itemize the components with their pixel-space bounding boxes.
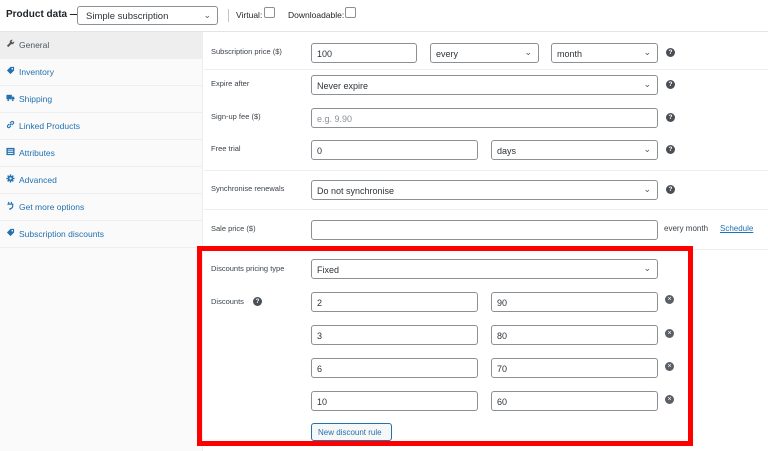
- product-type-select[interactable]: Simple subscription ⌄: [77, 6, 218, 25]
- chevron-down-icon: ⌄: [643, 47, 651, 57]
- help-icon[interactable]: ?: [666, 185, 675, 194]
- tab-inventory[interactable]: Inventory: [0, 59, 203, 86]
- wrench-icon: [6, 39, 15, 48]
- chevron-down-icon: ⌄: [524, 47, 532, 57]
- chevron-down-icon: ⌄: [643, 144, 651, 154]
- billing-period-value: month: [557, 49, 583, 59]
- billing-period-select[interactable]: month ⌄: [551, 43, 658, 63]
- free-trial-period-select[interactable]: days ⌄: [491, 140, 658, 160]
- sale-price-label: Sale price ($): [211, 224, 256, 233]
- billing-interval-select[interactable]: every ⌄: [430, 43, 539, 63]
- product-type-value: Simple subscription: [86, 11, 169, 22]
- list-icon: [6, 147, 15, 156]
- link-icon: [6, 120, 15, 129]
- free-trial-period-value: days: [497, 146, 517, 156]
- gear-icon: [6, 174, 15, 183]
- row-divider: [204, 170, 768, 171]
- tab-attributes[interactable]: Attributes: [0, 140, 203, 167]
- product-data-title: Product data —: [6, 9, 80, 20]
- subscription-price-label: Subscription price ($): [211, 47, 282, 56]
- billing-interval-value: every: [436, 49, 459, 59]
- sale-price-suffix: every month: [664, 224, 709, 233]
- truck-icon: [6, 93, 15, 102]
- signup-fee-label: Sign-up fee ($): [211, 112, 261, 121]
- tab-linked-products-label: Linked Products: [19, 121, 80, 131]
- sync-renewals-value: Do not synchronise: [317, 186, 395, 196]
- chevron-down-icon: ⌄: [643, 184, 651, 194]
- free-trial-length-input[interactable]: 0: [311, 140, 478, 160]
- tab-inventory-label: Inventory: [19, 67, 54, 77]
- tag-icon: [6, 228, 15, 237]
- schedule-link[interactable]: Schedule: [720, 224, 753, 233]
- help-icon[interactable]: ?: [666, 145, 675, 154]
- virtual-checkbox[interactable]: [264, 7, 275, 18]
- subscription-price-input[interactable]: 100: [311, 43, 417, 63]
- downloadable-label: Downloadable:: [288, 10, 345, 20]
- sync-renewals-label: Synchronise renewals: [211, 184, 285, 193]
- downloadable-checkbox[interactable]: [345, 7, 356, 18]
- tab-advanced-label: Advanced: [19, 175, 57, 185]
- product-data-header: Product data — Simple subscription ⌄ Vir…: [0, 0, 768, 32]
- help-icon[interactable]: ?: [666, 80, 675, 89]
- expire-after-value: Never expire: [317, 81, 369, 91]
- chevron-down-icon: ⌄: [203, 10, 211, 20]
- expire-after-label: Expire after: [211, 79, 250, 88]
- tag-icon: [6, 66, 15, 75]
- plugin-icon: [6, 201, 15, 210]
- tab-attributes-label: Attributes: [19, 148, 55, 158]
- tab-get-more-options-label: Get more options: [19, 202, 85, 212]
- free-trial-label: Free trial: [211, 144, 241, 153]
- signup-fee-input[interactable]: e.g. 9.90: [311, 108, 658, 128]
- tab-shipping-label: Shipping: [19, 94, 53, 104]
- highlight-box: [197, 246, 693, 446]
- expire-after-select[interactable]: Never expire ⌄: [311, 75, 658, 95]
- tab-general[interactable]: General: [0, 32, 203, 59]
- tab-subscription-discounts-label: Subscription discounts: [19, 229, 105, 239]
- chevron-down-icon: ⌄: [643, 79, 651, 89]
- help-icon[interactable]: ?: [666, 113, 675, 122]
- help-icon[interactable]: ?: [666, 48, 675, 57]
- row-divider: [204, 209, 768, 210]
- tab-linked-products[interactable]: Linked Products: [0, 113, 203, 140]
- tab-shipping[interactable]: Shipping: [0, 86, 203, 113]
- row-divider: [204, 69, 768, 70]
- virtual-label: Virtual:: [236, 10, 263, 20]
- tab-advanced[interactable]: Advanced: [0, 167, 203, 194]
- header-divider: [228, 9, 229, 22]
- tab-get-more-options[interactable]: Get more options: [0, 194, 203, 221]
- tab-subscription-discounts[interactable]: Subscription discounts: [0, 221, 203, 248]
- sale-price-input[interactable]: [311, 220, 658, 240]
- tab-general-label: General: [19, 40, 50, 50]
- sync-renewals-select[interactable]: Do not synchronise ⌄: [311, 180, 658, 200]
